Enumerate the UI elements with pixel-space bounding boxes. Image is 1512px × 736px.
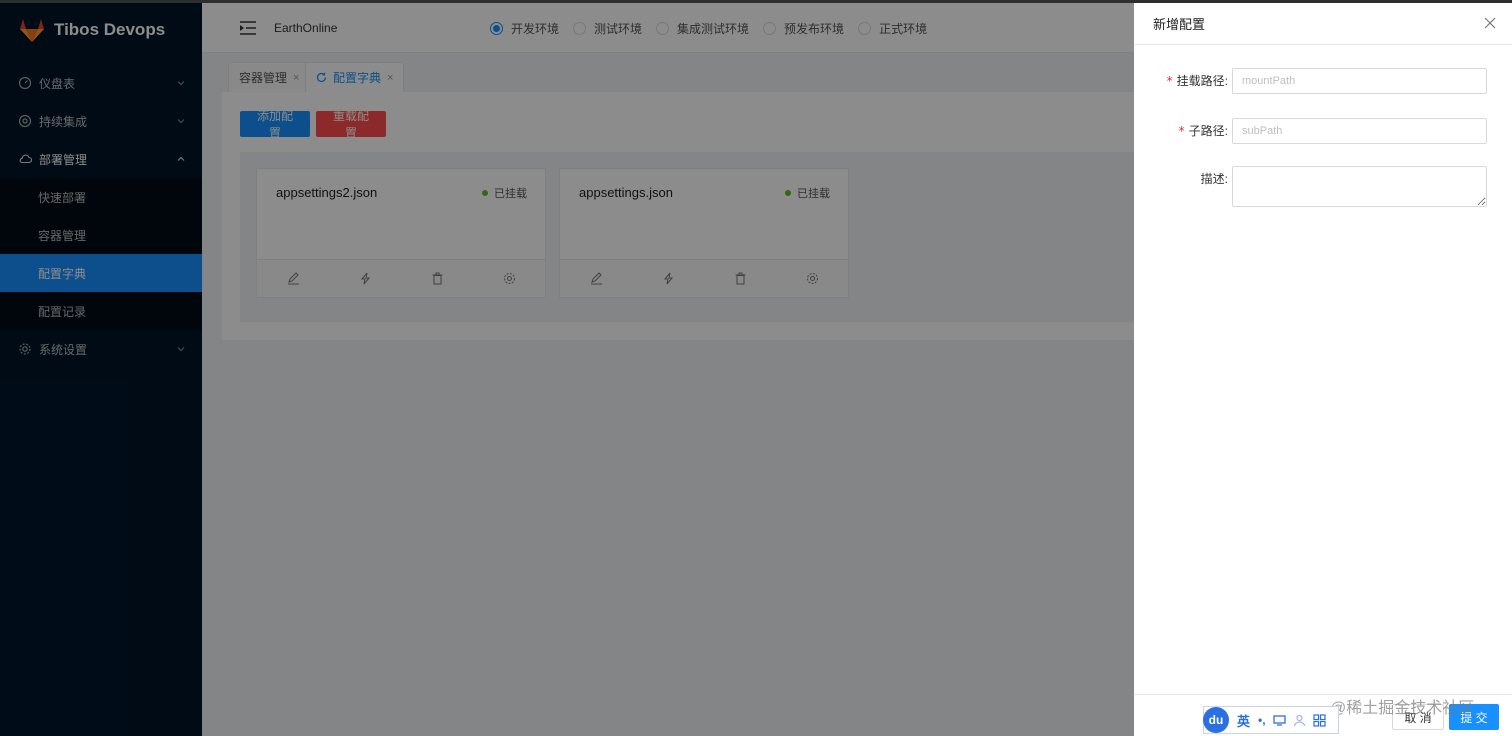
user-icon[interactable] — [1293, 714, 1306, 727]
drawer-title: 新增配置 — [1153, 17, 1206, 32]
ime-toolbar[interactable]: du 英 •, — [1203, 706, 1339, 734]
ime-logo[interactable]: du — [1203, 707, 1229, 733]
keyboard-icon[interactable] — [1272, 714, 1286, 727]
label-text: 挂载路径: — [1176, 74, 1228, 88]
watermark: @稀土掘金技术社区 — [1330, 700, 1475, 717]
form-row-description: 描述: — [1134, 166, 1512, 207]
sub-path-label: * 子路径: — [1134, 118, 1232, 144]
grid-icon[interactable] — [1312, 713, 1326, 727]
mount-path-label: * 挂载路径: — [1134, 68, 1232, 94]
form-row-sub-path: * 子路径: — [1134, 118, 1512, 144]
description-label: 描述: — [1200, 172, 1228, 186]
drawer-header: 新增配置 — [1134, 3, 1512, 45]
mount-path-input[interactable] — [1232, 68, 1487, 94]
add-config-drawer: 新增配置 *挂载路径: *子路径: 描述: 取 消 提 交 — [1134, 3, 1512, 736]
required-mark: * — [1178, 124, 1185, 138]
sub-path-input[interactable] — [1232, 118, 1487, 144]
close-icon[interactable] — [1484, 17, 1496, 29]
ime-language-toggle[interactable]: 英 — [1237, 711, 1250, 730]
label-text: 子路径: — [1188, 124, 1228, 138]
description-textarea[interactable] — [1232, 166, 1487, 207]
ime-punctuation-toggle[interactable]: •, — [1258, 713, 1266, 727]
required-mark: * — [1166, 74, 1173, 88]
form-row-mount-path: * 挂载路径: — [1134, 68, 1512, 94]
